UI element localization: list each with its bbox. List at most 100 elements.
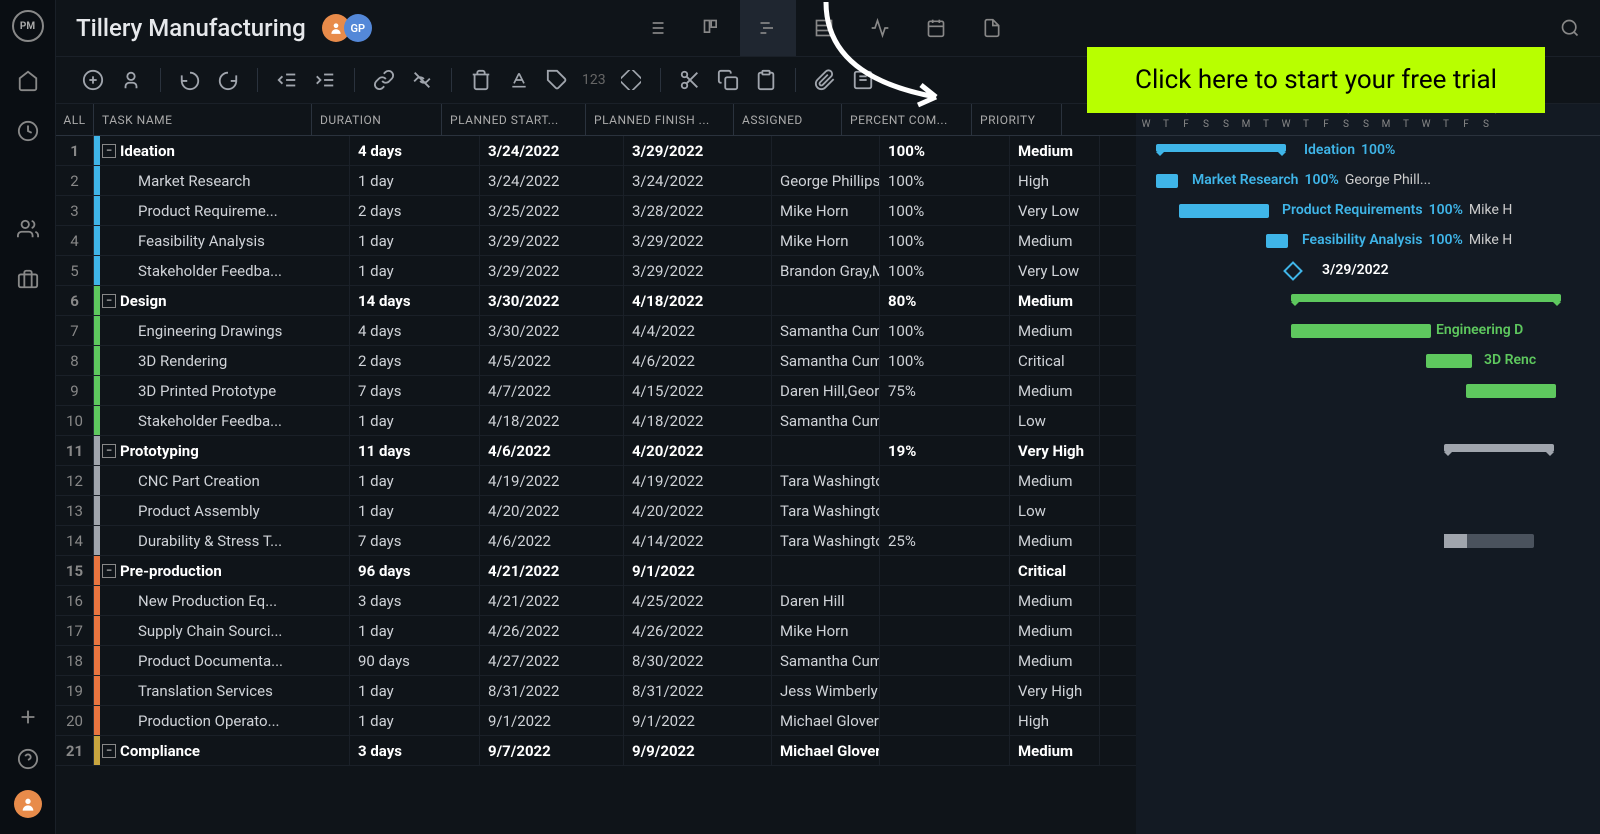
- finish-cell[interactable]: 3/24/2022: [624, 166, 772, 195]
- start-cell[interactable]: 4/26/2022: [480, 616, 624, 645]
- col-planned-start[interactable]: PLANNED START...: [442, 104, 586, 135]
- duration-cell[interactable]: 1 day: [350, 226, 480, 255]
- duration-cell[interactable]: 4 days: [350, 136, 480, 165]
- finish-cell[interactable]: 4/19/2022: [624, 466, 772, 495]
- gantt-row[interactable]: [1136, 586, 1600, 616]
- task-name-cell[interactable]: Stakeholder Feedba...: [100, 406, 350, 435]
- task-row[interactable]: 5Stakeholder Feedba...1 day3/29/20223/29…: [56, 256, 1136, 286]
- finish-cell[interactable]: 9/9/2022: [624, 736, 772, 765]
- priority-cell[interactable]: Medium: [1010, 616, 1100, 645]
- start-cell[interactable]: 4/21/2022: [480, 556, 624, 585]
- task-row[interactable]: 1−Ideation4 days3/24/20223/29/2022100%Me…: [56, 136, 1136, 166]
- priority-cell[interactable]: Very Low: [1010, 196, 1100, 225]
- outdent-icon[interactable]: [270, 63, 304, 97]
- priority-icon[interactable]: [614, 63, 648, 97]
- task-row[interactable]: 19Translation Services1 day8/31/20228/31…: [56, 676, 1136, 706]
- task-row[interactable]: 4Feasibility Analysis1 day3/29/20223/29/…: [56, 226, 1136, 256]
- task-row[interactable]: 93D Printed Prototype7 days4/7/20224/15/…: [56, 376, 1136, 406]
- gantt-row[interactable]: [1136, 496, 1600, 526]
- text-format-icon[interactable]: [502, 63, 536, 97]
- assigned-cell[interactable]: Samantha Cum: [772, 346, 880, 375]
- cut-icon[interactable]: [673, 63, 707, 97]
- task-name-cell[interactable]: −Ideation: [100, 136, 350, 165]
- assigned-cell[interactable]: Mike Horn: [772, 226, 880, 255]
- indent-icon[interactable]: [308, 63, 342, 97]
- task-row[interactable]: 14Durability & Stress T...7 days4/6/2022…: [56, 526, 1136, 556]
- duration-cell[interactable]: 1 day: [350, 466, 480, 495]
- col-duration[interactable]: DURATION: [312, 104, 442, 135]
- duration-cell[interactable]: 1 day: [350, 166, 480, 195]
- priority-cell[interactable]: Medium: [1010, 226, 1100, 255]
- unlink-icon[interactable]: [405, 63, 439, 97]
- percent-cell[interactable]: [880, 406, 1010, 435]
- app-logo[interactable]: PM: [12, 10, 44, 42]
- gantt-row[interactable]: [1136, 526, 1600, 556]
- percent-cell[interactable]: [880, 646, 1010, 675]
- gantt-row[interactable]: [1136, 706, 1600, 736]
- priority-cell[interactable]: Very High: [1010, 676, 1100, 705]
- assigned-cell[interactable]: Daren Hill,Geor: [772, 376, 880, 405]
- gantt-row[interactable]: [1136, 286, 1600, 316]
- start-cell[interactable]: 3/24/2022: [480, 166, 624, 195]
- assign-icon[interactable]: [114, 63, 148, 97]
- percent-cell[interactable]: 19%: [880, 436, 1010, 465]
- gantt-bar[interactable]: [1266, 234, 1288, 248]
- gantt-row[interactable]: [1136, 436, 1600, 466]
- assigned-cell[interactable]: Daren Hill: [772, 586, 880, 615]
- home-icon[interactable]: [17, 70, 39, 92]
- percent-cell[interactable]: [880, 496, 1010, 525]
- percent-cell[interactable]: 100%: [880, 136, 1010, 165]
- avatar[interactable]: GP: [344, 14, 372, 42]
- finish-cell[interactable]: 3/29/2022: [624, 226, 772, 255]
- finish-cell[interactable]: 9/1/2022: [624, 556, 772, 585]
- finish-cell[interactable]: 3/29/2022: [624, 256, 772, 285]
- task-name-cell[interactable]: Production Operato...: [100, 706, 350, 735]
- duration-cell[interactable]: 1 day: [350, 496, 480, 525]
- duration-cell[interactable]: 1 day: [350, 706, 480, 735]
- assigned-cell[interactable]: Tara Washingto: [772, 466, 880, 495]
- gantt-bar[interactable]: [1426, 354, 1472, 368]
- milestone-icon[interactable]: [1283, 261, 1303, 281]
- task-row[interactable]: 16New Production Eq...3 days4/21/20224/2…: [56, 586, 1136, 616]
- start-cell[interactable]: 3/24/2022: [480, 136, 624, 165]
- help-icon[interactable]: [17, 748, 39, 770]
- start-cell[interactable]: 3/29/2022: [480, 256, 624, 285]
- assigned-cell[interactable]: Samantha Cum: [772, 316, 880, 345]
- collapse-icon[interactable]: −: [102, 564, 116, 578]
- gantt-chart[interactable]: , 20 '22MAR, 27 '22APR, 3 '22 WTFSSMTWTF…: [1136, 104, 1600, 834]
- task-name-cell[interactable]: Product Requireme...: [100, 196, 350, 225]
- gantt-row[interactable]: Engineering D: [1136, 316, 1600, 346]
- col-all[interactable]: ALL: [56, 104, 94, 135]
- duration-cell[interactable]: 1 day: [350, 406, 480, 435]
- start-cell[interactable]: 4/7/2022: [480, 376, 624, 405]
- priority-cell[interactable]: Very Low: [1010, 256, 1100, 285]
- priority-cell[interactable]: Critical: [1010, 346, 1100, 375]
- task-row[interactable]: 83D Rendering2 days4/5/20224/6/2022Saman…: [56, 346, 1136, 376]
- cta-banner[interactable]: Click here to start your free trial: [1087, 47, 1545, 113]
- start-cell[interactable]: 4/20/2022: [480, 496, 624, 525]
- gantt-bar[interactable]: [1179, 204, 1269, 218]
- briefcase-icon[interactable]: [17, 268, 39, 290]
- assigned-cell[interactable]: Mike Horn: [772, 616, 880, 645]
- col-planned-finish[interactable]: PLANNED FINISH ...: [586, 104, 734, 135]
- finish-cell[interactable]: 8/30/2022: [624, 646, 772, 675]
- finish-cell[interactable]: 4/6/2022: [624, 346, 772, 375]
- finish-cell[interactable]: 3/29/2022: [624, 136, 772, 165]
- task-name-cell[interactable]: Feasibility Analysis: [100, 226, 350, 255]
- search-icon[interactable]: [1560, 18, 1580, 38]
- task-name-cell[interactable]: Durability & Stress T...: [100, 526, 350, 555]
- task-row[interactable]: 10Stakeholder Feedba...1 day4/18/20224/1…: [56, 406, 1136, 436]
- task-row[interactable]: 13Product Assembly1 day4/20/20224/20/202…: [56, 496, 1136, 526]
- gantt-row[interactable]: [1136, 406, 1600, 436]
- tab-list[interactable]: [628, 0, 684, 56]
- gantt-bar[interactable]: [1291, 324, 1431, 338]
- assigned-cell[interactable]: [772, 556, 880, 585]
- user-avatar[interactable]: [14, 790, 42, 818]
- priority-cell[interactable]: Medium: [1010, 136, 1100, 165]
- priority-cell[interactable]: Medium: [1010, 316, 1100, 345]
- assigned-cell[interactable]: George Phillips: [772, 166, 880, 195]
- grid-body[interactable]: 1−Ideation4 days3/24/20223/29/2022100%Me…: [56, 136, 1136, 834]
- finish-cell[interactable]: 9/1/2022: [624, 706, 772, 735]
- gantt-bar[interactable]: [1444, 444, 1554, 452]
- task-name-cell[interactable]: −Prototyping: [100, 436, 350, 465]
